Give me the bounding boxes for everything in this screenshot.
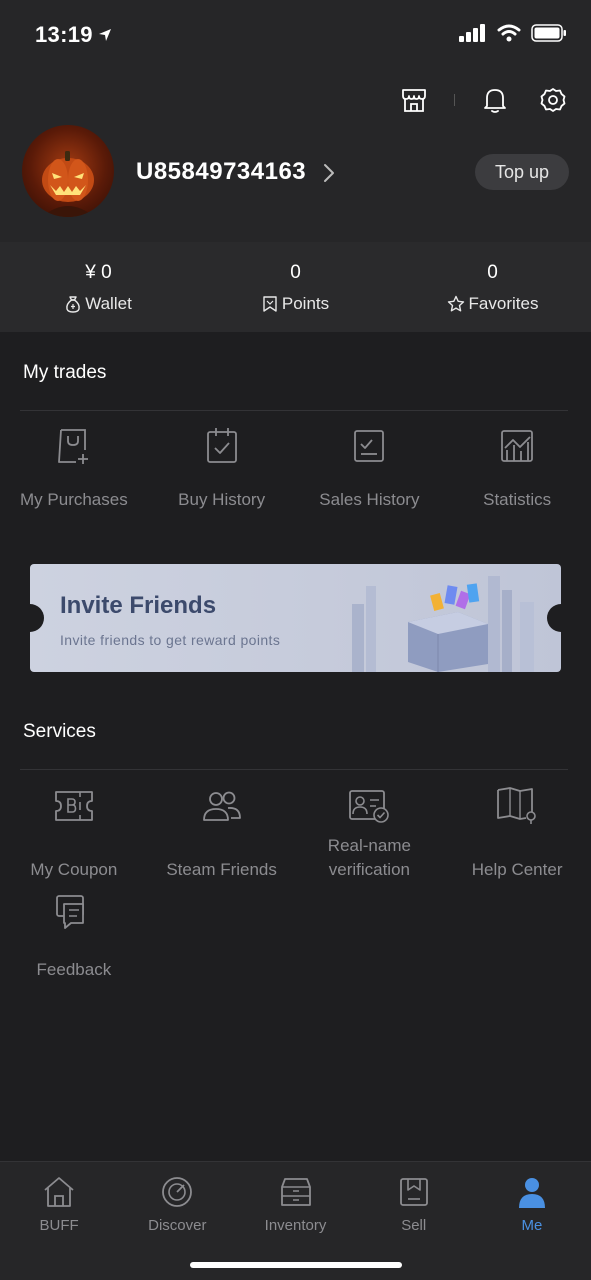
help-center-label: Help Center bbox=[471, 860, 563, 879]
status-indicators bbox=[459, 24, 567, 42]
header-separator bbox=[454, 94, 455, 106]
friends-icon bbox=[202, 791, 241, 821]
status-time: 13:19 bbox=[35, 22, 93, 47]
steam-friends-button[interactable]: Steam Friends bbox=[148, 784, 296, 882]
favorites-label: Favorites bbox=[468, 294, 539, 313]
points-stat[interactable]: 0 Points bbox=[197, 242, 394, 332]
calendar-check-icon bbox=[206, 428, 237, 463]
username[interactable]: U85849734163 bbox=[136, 158, 306, 186]
nav-buff-label: BUFF bbox=[39, 1217, 79, 1234]
statistics-button[interactable]: Statistics bbox=[443, 424, 591, 512]
services-section-title: Services bbox=[23, 721, 96, 742]
top-up-button[interactable]: Top up bbox=[475, 154, 569, 190]
feedback-button[interactable]: Feedback bbox=[0, 890, 148, 982]
steam-friends-label: Steam Friends bbox=[166, 860, 277, 879]
notifications-button[interactable] bbox=[475, 80, 515, 120]
invite-friends-banner[interactable]: Invite Friends Invite friends to get rew… bbox=[30, 564, 561, 672]
home-indicator[interactable] bbox=[190, 1262, 402, 1268]
avatar[interactable] bbox=[22, 125, 114, 217]
trades-divider bbox=[20, 410, 568, 411]
real-name-label-line1: Real-name bbox=[327, 836, 411, 855]
my-coupon-label: My Coupon bbox=[30, 860, 118, 879]
statistics-label: Statistics bbox=[483, 490, 552, 509]
nav-me[interactable]: Me bbox=[473, 1162, 591, 1280]
favorites-value: 0 bbox=[487, 262, 498, 283]
id-card-icon bbox=[349, 790, 390, 823]
sales-history-button[interactable]: Sales History bbox=[296, 424, 444, 512]
banner-notch-right bbox=[547, 604, 561, 632]
my-coupon-button[interactable]: My Coupon bbox=[0, 784, 148, 882]
favorites-stat[interactable]: 0 Favorites bbox=[394, 242, 591, 332]
bell-icon bbox=[484, 89, 506, 113]
store-button[interactable] bbox=[394, 80, 434, 120]
star-icon bbox=[447, 295, 464, 312]
feedback-label: Feedback bbox=[36, 960, 112, 979]
header-actions bbox=[394, 80, 573, 120]
nav-buff[interactable]: BUFF bbox=[0, 1162, 118, 1280]
nav-me-label: Me bbox=[521, 1217, 543, 1234]
real-name-label-line2: verification bbox=[328, 860, 410, 879]
chart-icon bbox=[501, 430, 534, 462]
my-purchases-label: My Purchases bbox=[20, 490, 128, 509]
wallet-value: ¥ 0 bbox=[85, 262, 112, 283]
wallet-stat[interactable]: ¥ 0 Wallet bbox=[0, 242, 197, 332]
settings-button[interactable] bbox=[533, 80, 573, 120]
banner-title: Invite Friends bbox=[60, 592, 217, 619]
sell-icon bbox=[399, 1178, 428, 1206]
shopping-bag-icon bbox=[57, 429, 88, 464]
gear-icon bbox=[540, 88, 566, 112]
real-name-verification-button[interactable]: Real-name verification bbox=[296, 784, 444, 882]
points-label: Points bbox=[281, 294, 330, 313]
nav-inventory-label: Inventory bbox=[264, 1217, 327, 1234]
help-book-icon bbox=[497, 787, 536, 824]
sales-history-label: Sales History bbox=[319, 490, 420, 509]
location-arrow-icon bbox=[99, 29, 111, 41]
me-icon bbox=[518, 1178, 545, 1208]
document-list-icon bbox=[354, 430, 385, 462]
wifi-icon bbox=[497, 24, 521, 42]
nav-discover-label: Discover bbox=[148, 1217, 207, 1234]
buy-history-button[interactable]: Buy History bbox=[148, 424, 296, 512]
trades-section-title: My trades bbox=[23, 362, 107, 383]
services-grid-row2: Feedback bbox=[0, 890, 591, 982]
chevron-right-icon[interactable] bbox=[322, 162, 336, 184]
status-bar: 13:19 bbox=[0, 0, 591, 70]
discover-icon bbox=[162, 1177, 193, 1207]
store-icon bbox=[402, 89, 426, 112]
my-purchases-button[interactable]: My Purchases bbox=[0, 424, 148, 512]
points-icon bbox=[263, 296, 277, 312]
wallet-label: Wallet bbox=[85, 294, 132, 313]
nav-sell-label: Sell bbox=[401, 1217, 427, 1234]
home-icon bbox=[44, 1177, 74, 1207]
services-divider bbox=[20, 769, 568, 770]
banner-subtitle: Invite friends to get reward points bbox=[60, 632, 281, 648]
help-center-button[interactable]: Help Center bbox=[443, 784, 591, 882]
wallet-icon bbox=[66, 296, 81, 313]
coupon-icon bbox=[54, 791, 93, 821]
buy-history-label: Buy History bbox=[178, 490, 266, 509]
account-stats: ¥ 0 Wallet 0 Points 0 Favorites bbox=[0, 242, 591, 332]
signal-icon bbox=[459, 24, 485, 42]
services-grid: My Coupon Steam Friends Real-name verifi… bbox=[0, 784, 591, 882]
gift-box-illustration-icon bbox=[352, 576, 534, 672]
profile-header: U85849734163 Top up bbox=[0, 70, 591, 242]
battery-icon bbox=[531, 24, 566, 42]
pumpkin-avatar-icon bbox=[42, 151, 94, 217]
banner-notch-left bbox=[30, 604, 44, 632]
trades-grid: My Purchases Buy History Sales History S… bbox=[0, 424, 591, 512]
feedback-icon bbox=[55, 895, 84, 929]
inventory-icon bbox=[280, 1178, 311, 1206]
points-value: 0 bbox=[290, 262, 301, 283]
